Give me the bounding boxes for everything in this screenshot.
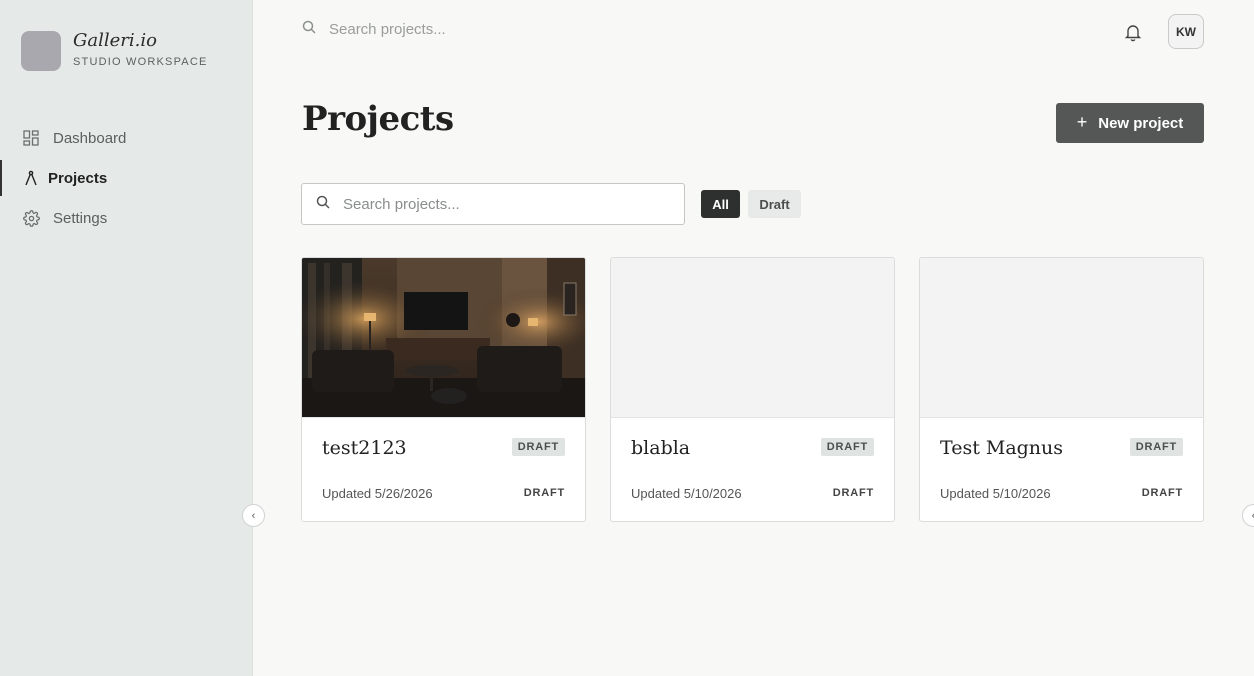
collapse-sidebar-button[interactable]: ‹ (242, 504, 265, 527)
sidebar-item-label: Settings (53, 209, 108, 227)
status-label: DRAFT (523, 487, 565, 499)
brand-text: Galleri.io STUDIO WORKSPACE (73, 30, 208, 69)
filter-chip-all[interactable]: All (701, 190, 740, 218)
sidebar-item-settings[interactable]: Settings (0, 198, 253, 238)
brand-logo (21, 31, 61, 71)
search-icon (302, 20, 316, 39)
grid-icon (22, 129, 40, 147)
chevron-left-icon: ‹ (251, 509, 256, 522)
project-search[interactable] (301, 183, 685, 225)
project-title: test2123 (322, 437, 407, 459)
brand-subtitle: STUDIO WORKSPACE (73, 56, 208, 68)
status-badge: DRAFT (1129, 438, 1183, 456)
gear-icon (22, 209, 40, 227)
sidebar-item-label: Projects (48, 169, 108, 187)
status-label: DRAFT (832, 487, 874, 499)
notifications-button[interactable] (1123, 22, 1143, 42)
compass-icon (22, 169, 40, 187)
project-thumbnail (302, 258, 585, 418)
sidebar-item-projects[interactable]: Projects (0, 158, 253, 198)
sidebar: Galleri.io STUDIO WORKSPACE Dashboard Pr… (0, 0, 253, 676)
project-card[interactable]: Test Magnus DRAFT Updated 5/10/2026 DRAF… (919, 257, 1204, 522)
updated-date: Updated 5/10/2026 (940, 486, 1051, 501)
project-card[interactable]: test2123 DRAFT Updated 5/26/2026 DRAFT (301, 257, 586, 522)
top-search-input[interactable] (329, 21, 629, 38)
sidebar-nav: Dashboard Projects Settings (0, 118, 253, 238)
project-card[interactable]: blabla DRAFT Updated 5/10/2026 DRAFT (610, 257, 895, 522)
status-label: DRAFT (1141, 487, 1183, 499)
status-badge: DRAFT (511, 438, 565, 456)
sidebar-item-label: Dashboard (53, 129, 127, 147)
avatar[interactable]: KW (1168, 14, 1204, 49)
brand[interactable]: Galleri.io STUDIO WORKSPACE (21, 31, 208, 71)
project-thumbnail (611, 258, 894, 418)
plus-icon: + (1076, 111, 1088, 132)
project-search-input[interactable] (343, 195, 663, 213)
sidebar-item-dashboard[interactable]: Dashboard (0, 118, 253, 158)
living-room-image (302, 258, 585, 417)
updated-date: Updated 5/26/2026 (322, 486, 433, 501)
project-title: Test Magnus (940, 437, 1064, 459)
new-project-label: New project (1098, 114, 1184, 132)
bell-icon (1123, 25, 1143, 46)
project-title: blabla (631, 437, 691, 459)
project-thumbnail (920, 258, 1203, 418)
collapse-right-panel-button[interactable]: ‹ (1242, 504, 1254, 527)
page-title: Projects (302, 99, 454, 139)
brand-name: Galleri.io (73, 30, 157, 51)
updated-date: Updated 5/10/2026 (631, 486, 742, 501)
search-icon (316, 195, 330, 214)
status-badge: DRAFT (820, 438, 874, 456)
top-search[interactable] (302, 20, 629, 39)
filter-chip-draft[interactable]: Draft (748, 190, 801, 218)
new-project-button[interactable]: + New project (1056, 103, 1204, 143)
